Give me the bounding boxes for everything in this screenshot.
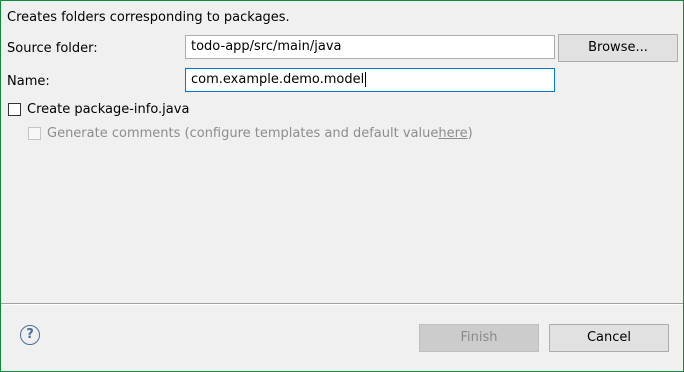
new-package-dialog: Creates folders corresponding to package… [0, 0, 684, 372]
cancel-button[interactable]: Cancel [549, 324, 669, 352]
create-package-info-checkbox[interactable] [8, 103, 21, 116]
configure-templates-link[interactable]: here [438, 126, 467, 141]
generate-comments-label: Generate comments (configure templates a… [47, 126, 439, 141]
source-folder-label: Source folder: [7, 41, 98, 56]
source-folder-field[interactable]: todo-app/src/main/java [185, 35, 555, 59]
dialog-content: Creates folders corresponding to package… [1, 1, 683, 303]
generate-comments-option: Generate comments (configure templates a… [28, 126, 473, 141]
package-name-field[interactable]: com.example.demo.model [185, 68, 555, 92]
create-package-info-label: Create package-info.java [27, 102, 190, 117]
create-package-info-option[interactable]: Create package-info.java [8, 102, 189, 117]
browse-button[interactable]: Browse... [558, 34, 678, 62]
source-folder-value: todo-app/src/main/java [191, 39, 342, 54]
footer-separator [1, 303, 683, 305]
finish-button[interactable]: Finish [419, 324, 539, 352]
dialog-description: Creates folders corresponding to package… [7, 10, 290, 25]
package-name-value: com.example.demo.model [191, 72, 365, 87]
help-icon[interactable]: ? [20, 325, 40, 345]
generate-comments-checkbox [28, 127, 41, 140]
generate-comments-suffix: ) [467, 126, 473, 141]
name-label: Name: [7, 74, 50, 89]
text-caret [365, 72, 367, 87]
